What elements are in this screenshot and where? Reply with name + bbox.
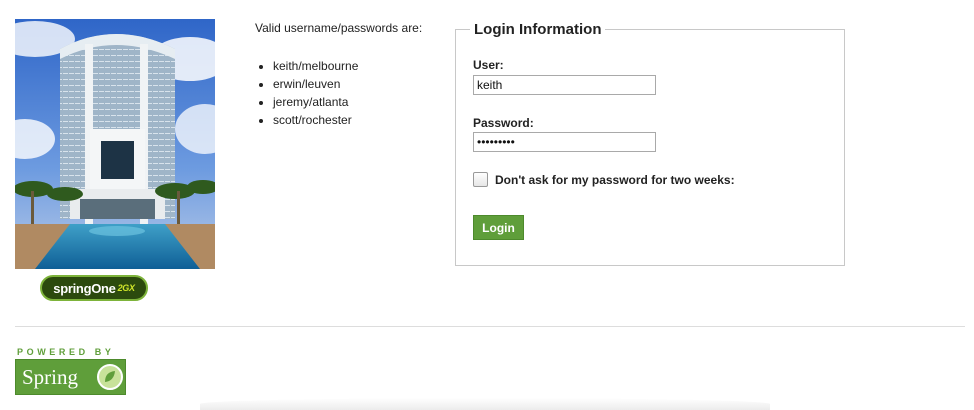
powered-by-label: POWERED BY <box>17 347 115 357</box>
divider <box>15 326 965 327</box>
password-label: Password: <box>473 116 534 130</box>
list-item: erwin/leuven <box>273 75 358 93</box>
hotel-image <box>15 19 215 269</box>
springone-logo-suffix: 2GX <box>117 283 135 293</box>
spring-logo-text: Spring <box>22 365 79 389</box>
spring-logo[interactable]: Spring <box>15 359 126 395</box>
user-label: User: <box>473 58 504 72</box>
leaf-icon <box>97 364 123 390</box>
remember-checkbox[interactable] <box>473 172 488 187</box>
user-input[interactable] <box>473 75 656 95</box>
login-legend: Login Information <box>470 21 606 38</box>
list-item: keith/melbourne <box>273 57 358 75</box>
list-item: jeremy/atlanta <box>273 93 358 111</box>
springone-logo: springOne 2GX <box>40 275 148 301</box>
page-shadow <box>200 398 770 410</box>
list-item: scott/rochester <box>273 111 358 129</box>
valid-users-title: Valid username/passwords are: <box>255 21 423 35</box>
header-photo <box>15 19 215 269</box>
springone-logo-text: springOne <box>53 280 116 296</box>
remember-label: Don't ask for my password for two weeks: <box>495 173 735 187</box>
password-input[interactable] <box>473 132 656 152</box>
valid-users-list: keith/melbourne erwin/leuven jeremy/atla… <box>259 57 358 129</box>
login-button[interactable]: Login <box>473 215 524 240</box>
